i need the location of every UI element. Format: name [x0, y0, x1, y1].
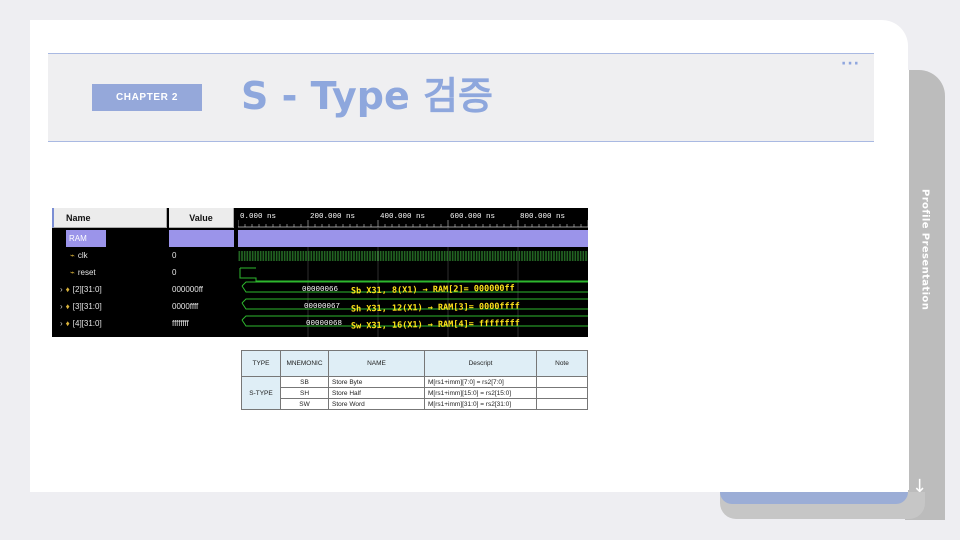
page-title: S - Type 검증 — [241, 74, 493, 118]
value-column-header: Value — [169, 208, 234, 228]
signal-name: [4][31:0] — [72, 319, 102, 328]
mnemonic-cell: SW — [280, 398, 329, 410]
descript-cell: M[rs1+imm][7:0] = rs2[7:0] — [424, 376, 537, 388]
bus-value-text: 00000068 — [306, 320, 343, 328]
side-tab-label: Profile Presentation — [919, 189, 931, 311]
signal-value-clk: 0 — [172, 251, 177, 260]
time-tick: 600.000 ns — [450, 213, 496, 221]
note-cell — [536, 387, 588, 399]
signal-value-ram3: 0000ffff — [172, 302, 199, 311]
expand-chevron-icon[interactable]: › — [60, 302, 63, 311]
bus-icon: ♦ — [65, 302, 70, 311]
signal-row-clk[interactable]: ⌁ clk — [52, 247, 167, 264]
signal-name: [2][31:0] — [72, 285, 102, 294]
signal-value-ram4: ffffffff — [172, 319, 189, 328]
expand-chevron-icon[interactable]: › — [60, 285, 63, 294]
time-tick: 200.000 ns — [310, 213, 356, 221]
bus-icon: ♦ — [65, 285, 70, 294]
time-tick: 800.000 ns — [520, 213, 566, 221]
table-header-row: TYPE MNEMONIC NAME Descript Note — [241, 350, 588, 377]
signal-value-ram — [169, 230, 234, 247]
table-header-cell: Note — [536, 350, 588, 377]
table-row: SW Store Word M[rs1+imm][31:0] = rs2[31:… — [242, 398, 588, 410]
chapter-badge: CHAPTER 2 — [92, 84, 202, 111]
waveform-svg — [238, 220, 588, 337]
s-type-table: TYPE MNEMONIC NAME Descript Note S-TYPE … — [241, 350, 588, 410]
side-tab-label-box: Profile Presentation — [905, 70, 945, 370]
time-tick: 400.000 ns — [380, 213, 426, 221]
name-cell: Store Word — [328, 398, 425, 410]
signal-name-ram[interactable]: RAM — [66, 230, 106, 247]
bus-icon: ♦ — [65, 319, 70, 328]
signal-icon: ⌁ — [70, 268, 75, 277]
signal-name: clk — [77, 251, 88, 260]
signal-row-reset[interactable]: ⌁ reset — [52, 264, 167, 281]
signal-name-column: Name RAM ⌁ clk ⌁ reset › ♦ [2][31:0] › ♦… — [52, 208, 167, 337]
table-row: S-TYPE SB Store Byte M[rs1+imm][7:0] = r… — [241, 376, 588, 410]
mnemonic-cell: SH — [280, 387, 329, 399]
expand-chevron-icon[interactable]: › — [60, 319, 63, 328]
table-header-cell: Descript — [424, 350, 537, 377]
descript-cell: M[rs1+imm][31:0] = rs2[31:0] — [424, 398, 537, 410]
signal-value-reset: 0 — [172, 268, 177, 277]
table-header-cell: NAME — [328, 350, 425, 377]
signal-name: [3][31:0] — [72, 302, 102, 311]
table-row: SH Store Half M[rs1+imm][15:0] = rs2[15:… — [242, 387, 588, 399]
table-header-cell: TYPE — [241, 350, 281, 377]
note-cell — [536, 376, 588, 388]
mnemonic-cell: SB — [280, 376, 329, 388]
signal-row-ram4[interactable]: › ♦ [4][31:0] — [52, 315, 167, 332]
time-tick: 0.000 ns — [240, 213, 277, 221]
table-header-cell: MNEMONIC — [280, 350, 329, 377]
signal-row-ram3[interactable]: › ♦ [3][31:0] — [52, 298, 167, 315]
name-cell: Store Byte — [328, 376, 425, 388]
signal-value-ram2: 000000ff — [172, 285, 203, 294]
waveform-viewer: Name RAM ⌁ clk ⌁ reset › ♦ [2][31:0] › ♦… — [52, 208, 588, 337]
signal-name: reset — [77, 268, 96, 277]
waveform-plot: 0.000 ns 200.000 ns 400.000 ns 600.000 n… — [238, 208, 588, 337]
descript-cell: M[rs1+imm][15:0] = rs2[15:0] — [424, 387, 537, 399]
signal-value-column: Value 0 0 000000ff 0000ffff ffffffff — [169, 208, 234, 337]
bottom-accent-card — [720, 492, 908, 504]
name-column-header: Name — [52, 208, 167, 228]
signal-row-ram2[interactable]: › ♦ [2][31:0] — [52, 281, 167, 298]
more-dots-icon: ··· — [841, 56, 860, 72]
bus-value-text: 00000067 — [304, 303, 341, 311]
note-cell — [536, 398, 588, 410]
name-cell: Store Half — [328, 387, 425, 399]
type-cell: S-TYPE — [241, 376, 281, 410]
signal-icon: ⌁ — [70, 251, 75, 260]
bus-value-text: 00000066 — [302, 286, 339, 294]
side-tab: Profile Presentation — [905, 70, 945, 520]
